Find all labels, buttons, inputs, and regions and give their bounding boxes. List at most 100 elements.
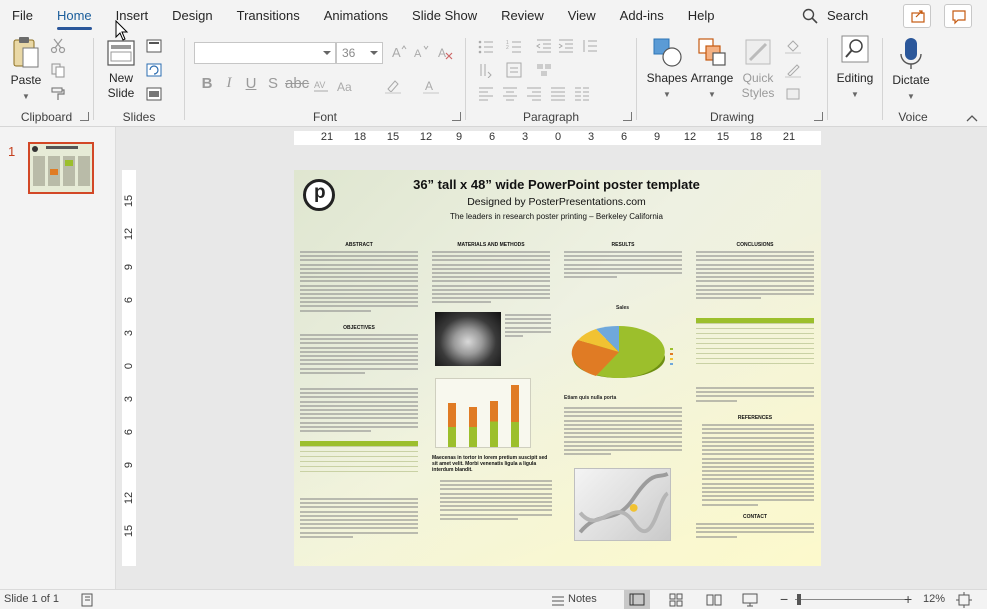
bullet-list[interactable] (440, 480, 552, 522)
editing-button[interactable]: Editing ▼ (833, 35, 877, 100)
paragraph-launcher-icon[interactable] (623, 112, 632, 121)
menu-animations[interactable]: Animations (312, 0, 400, 32)
bullets-icon[interactable] (478, 38, 494, 54)
numbering-icon[interactable]: 12 (506, 38, 522, 54)
poster-title[interactable]: 36” tall x 48” wide PowerPoint poster te… (354, 177, 759, 192)
etiam-body[interactable] (564, 407, 682, 457)
dictate-dropdown-icon[interactable]: ▼ (907, 92, 915, 101)
conclusions-heading[interactable]: CONCLUSIONS (696, 242, 814, 248)
menu-home[interactable]: Home (45, 0, 104, 32)
drawing-launcher-icon[interactable] (814, 112, 823, 121)
abstract-body[interactable] (300, 251, 418, 314)
slide-thumbnail[interactable] (28, 142, 94, 194)
zoom-in-button[interactable]: + (904, 591, 912, 607)
bold-icon[interactable]: B (197, 75, 217, 92)
references-heading[interactable]: REFERENCES (696, 415, 814, 421)
columns-icon[interactable] (574, 86, 590, 102)
conclusions-body[interactable] (696, 251, 814, 301)
objectives-body-2[interactable] (300, 388, 418, 434)
font-name-combo[interactable] (194, 42, 336, 64)
new-slide-button[interactable]: New Slide (100, 38, 142, 101)
zoom-out-button[interactable]: − (780, 591, 788, 607)
cut-icon[interactable] (50, 38, 66, 54)
data-table-1[interactable] (300, 441, 418, 472)
format-painter-icon[interactable] (50, 86, 66, 102)
accessibility-icon[interactable] (80, 593, 94, 607)
menu-slide-show[interactable]: Slide Show (400, 0, 489, 32)
notes-icon[interactable] (551, 594, 565, 606)
results-heading[interactable]: RESULTS (564, 242, 682, 248)
conclusions-body-2[interactable] (696, 387, 814, 404)
menu-view[interactable]: View (556, 0, 608, 32)
shapes-dropdown-icon[interactable]: ▼ (663, 90, 671, 99)
decrease-indent-icon[interactable] (536, 38, 552, 54)
pie-chart-figure[interactable] (564, 312, 682, 390)
menu-add-ins[interactable]: Add-ins (608, 0, 676, 32)
slide-sorter-icon[interactable] (669, 593, 683, 607)
quick-styles-button[interactable]: Quick Styles (737, 36, 779, 101)
poster-tagline[interactable]: The leaders in research poster printing … (354, 212, 759, 221)
strikethrough-icon[interactable]: abc (285, 75, 309, 92)
layout-icon[interactable] (146, 38, 162, 54)
align-text-icon[interactable] (506, 62, 522, 78)
zoom-slider-track[interactable] (795, 599, 905, 600)
font-name-dropdown-icon[interactable] (323, 51, 331, 55)
normal-view-icon[interactable] (624, 590, 650, 609)
decrease-font-size-icon[interactable]: A (413, 44, 429, 60)
smartart-icon[interactable] (536, 62, 552, 78)
reset-icon[interactable] (146, 62, 162, 78)
font-color-icon[interactable]: A (423, 78, 439, 94)
shape-fill-icon[interactable] (785, 38, 801, 54)
zoom-slider-thumb[interactable] (797, 594, 801, 605)
align-center-icon[interactable] (502, 86, 518, 102)
slide-show-icon[interactable] (742, 593, 758, 607)
objectives-heading[interactable]: OBJECTIVES (300, 325, 418, 331)
notes-button[interactable]: Notes (568, 593, 597, 605)
italic-icon[interactable]: I (219, 75, 239, 92)
contact-heading[interactable]: CONTACT (696, 514, 814, 520)
menu-design[interactable]: Design (160, 0, 224, 32)
reading-view-icon[interactable] (706, 593, 722, 607)
results-body[interactable] (564, 251, 682, 280)
align-left-icon[interactable] (478, 86, 494, 102)
search-label[interactable]: Search (827, 8, 868, 23)
character-spacing-icon[interactable]: AV (313, 78, 329, 94)
menu-transitions[interactable]: Transitions (225, 0, 312, 32)
dna-image[interactable] (574, 468, 671, 541)
font-size-dropdown-icon[interactable] (370, 51, 378, 55)
shape-effects-icon[interactable] (785, 86, 801, 102)
comments-button[interactable] (944, 4, 972, 28)
justify-icon[interactable] (550, 86, 566, 102)
references-body[interactable] (702, 424, 814, 508)
clipboard-launcher-icon[interactable] (80, 112, 89, 121)
materials-heading[interactable]: MATERIALS AND METHODS (432, 242, 550, 248)
increase-font-size-icon[interactable]: A (391, 44, 407, 60)
change-case-icon[interactable]: Aa (337, 78, 353, 94)
line-spacing-icon[interactable] (582, 38, 598, 54)
materials-body[interactable] (432, 251, 550, 305)
collapse-ribbon-icon[interactable] (966, 114, 978, 122)
share-button[interactable] (903, 4, 931, 28)
search-icon[interactable] (802, 8, 818, 24)
paste-button[interactable]: Paste ▼ (6, 36, 46, 102)
etiam-heading[interactable]: Etiam quis nulla porta (564, 395, 616, 401)
data-table-2[interactable] (696, 318, 814, 364)
menu-help[interactable]: Help (676, 0, 727, 32)
clear-formatting-icon[interactable]: A (437, 44, 453, 60)
text-direction-icon[interactable] (478, 62, 494, 78)
highlight-icon[interactable] (385, 78, 401, 94)
copy-icon[interactable] (50, 62, 66, 78)
arrange-button[interactable]: Arrange ▼ (689, 36, 735, 100)
poster-subtitle[interactable]: Designed by PosterPresentations.com (354, 196, 759, 208)
fit-slide-icon[interactable] (956, 592, 972, 608)
font-size-combo[interactable]: 36 (336, 42, 383, 64)
menu-review[interactable]: Review (489, 0, 556, 32)
xray-image[interactable] (435, 312, 501, 366)
editing-dropdown-icon[interactable]: ▼ (851, 90, 859, 99)
paste-dropdown-icon[interactable]: ▼ (22, 92, 30, 101)
section-icon[interactable] (146, 86, 162, 102)
align-right-icon[interactable] (526, 86, 542, 102)
zoom-level[interactable]: 12% (923, 593, 945, 605)
shapes-button[interactable]: Shapes ▼ (645, 36, 689, 100)
objectives-body[interactable] (300, 334, 418, 376)
